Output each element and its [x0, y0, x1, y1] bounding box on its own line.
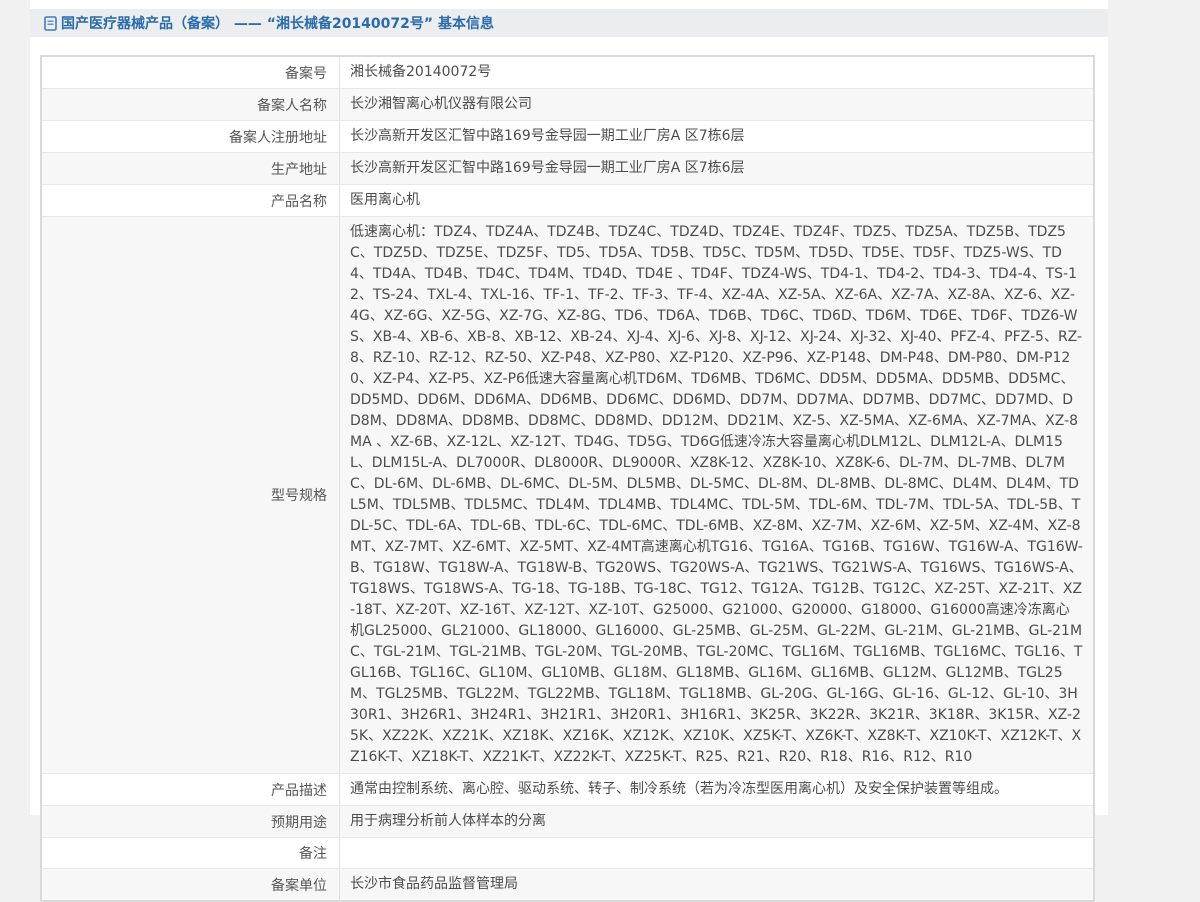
row-value: 湘长械备20140072号: [339, 57, 1093, 88]
row-label: 备案号: [42, 57, 339, 88]
row-label: 备案单位: [42, 869, 339, 900]
page-title: 国产医疗器械产品（备案） —— “湘长械备20140072号” 基本信息: [61, 13, 494, 33]
row-value: [339, 838, 1093, 868]
row-value-text: 医用离心机: [350, 190, 420, 211]
row-label: 备案人名称: [42, 89, 339, 120]
row-value: 通常由控制系统、离心腔、驱动系统、转子、制冷系统（若为冷冻型医用离心机）及安全保…: [339, 774, 1093, 805]
row-label: 预期用途: [42, 806, 339, 837]
table-row-record-number: 备案号 湘长械备20140072号: [42, 57, 1093, 88]
table-row-product-name: 产品名称 医用离心机: [42, 184, 1093, 216]
row-value-text: 长沙高新开发区汇智中路169号金导园一期工业厂房A 区7栋6层: [350, 126, 745, 147]
table-row-remarks: 备注: [42, 837, 1093, 868]
content-panel: 国产医疗器械产品（备案） —— “湘长械备20140072号” 基本信息 备案号…: [30, 0, 1108, 815]
table-row-registration-authority: 备案单位 长沙市食品药品监督管理局: [42, 868, 1093, 900]
row-value: 医用离心机: [339, 185, 1093, 216]
row-value: 长沙高新开发区汇智中路169号金导园一期工业厂房A 区7栋6层: [339, 121, 1093, 152]
table-row-production-address: 生产地址 长沙高新开发区汇智中路169号金导园一期工业厂房A 区7栋6层: [42, 152, 1093, 184]
registration-info-table: 备案号 湘长械备20140072号 备案人名称 长沙湘智离心机仪器有限公司 备案…: [40, 55, 1095, 902]
row-label: 备案人注册地址: [42, 121, 339, 152]
table-row-intended-use: 预期用途 用于病理分析前人体样本的分离: [42, 805, 1093, 837]
row-value-text: 低速离心机：TDZ4、TDZ4A、TDZ4B、TDZ4C、TDZ4D、TDZ4E…: [350, 222, 1083, 768]
row-value-text: 用于病理分析前人体样本的分离: [350, 811, 546, 832]
row-value: 用于病理分析前人体样本的分离: [339, 806, 1093, 837]
row-label: 产品描述: [42, 774, 339, 805]
table-row-registered-address: 备案人注册地址 长沙高新开发区汇智中路169号金导园一期工业厂房A 区7栋6层: [42, 120, 1093, 152]
row-value-text: 通常由控制系统、离心腔、驱动系统、转子、制冷系统（若为冷冻型医用离心机）及安全保…: [350, 779, 1008, 800]
row-value: 长沙市食品药品监督管理局: [339, 869, 1093, 900]
row-label: 备注: [42, 838, 339, 868]
table-row-model-specs: 型号规格 低速离心机：TDZ4、TDZ4A、TDZ4B、TDZ4C、TDZ4D、…: [42, 216, 1093, 773]
table-row-registrant-name: 备案人名称 长沙湘智离心机仪器有限公司: [42, 88, 1093, 120]
row-label: 型号规格: [42, 217, 339, 773]
row-value: 长沙湘智离心机仪器有限公司: [339, 89, 1093, 120]
row-value: 长沙高新开发区汇智中路169号金导园一期工业厂房A 区7栋6层: [339, 153, 1093, 184]
row-label: 产品名称: [42, 185, 339, 216]
document-icon: [44, 16, 57, 31]
table-row-product-description: 产品描述 通常由控制系统、离心腔、驱动系统、转子、制冷系统（若为冷冻型医用离心机…: [42, 773, 1093, 805]
row-value-text: 长沙高新开发区汇智中路169号金导园一期工业厂房A 区7栋6层: [350, 158, 745, 179]
row-label: 生产地址: [42, 153, 339, 184]
row-value-text: 湘长械备20140072号: [350, 62, 491, 83]
row-value: 低速离心机：TDZ4、TDZ4A、TDZ4B、TDZ4C、TDZ4D、TDZ4E…: [339, 217, 1093, 773]
row-value-text: 长沙市食品药品监督管理局: [350, 874, 518, 895]
page-header: 国产医疗器械产品（备案） —— “湘长械备20140072号” 基本信息: [30, 9, 1108, 37]
row-value-text: 长沙湘智离心机仪器有限公司: [350, 94, 532, 115]
